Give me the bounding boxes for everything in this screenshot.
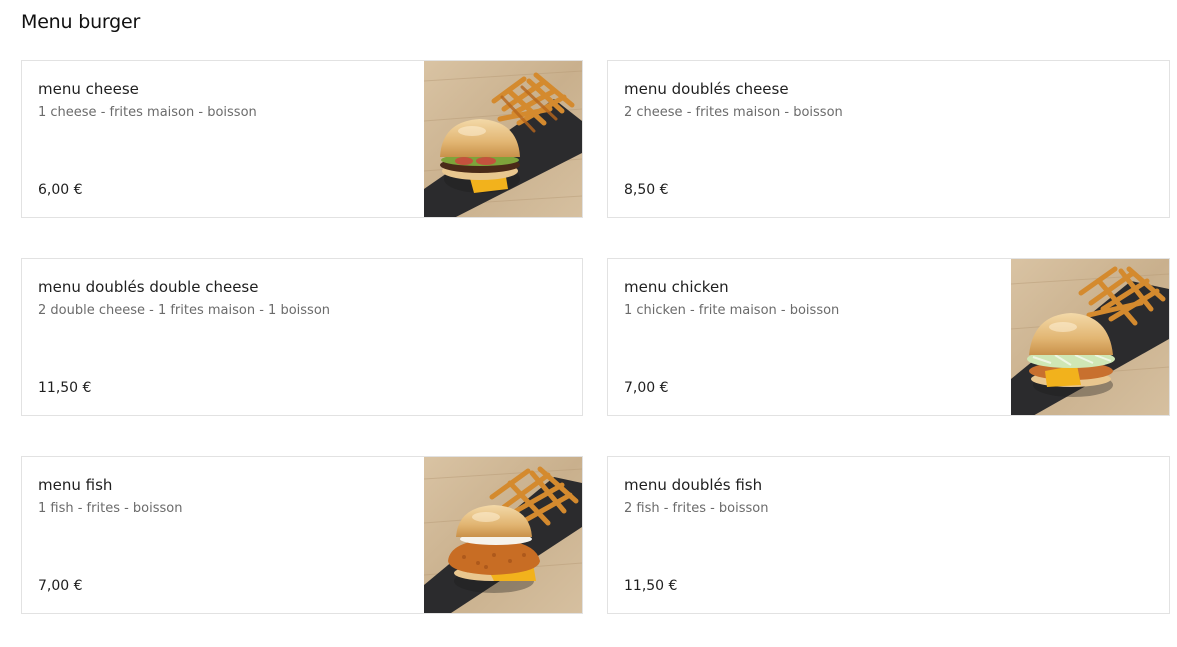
menu-item-info: menu doublés double cheese 2 double chee… <box>38 277 566 319</box>
menu-item-card[interactable]: menu doublés fish 2 fish - frites - bois… <box>607 456 1170 614</box>
menu-item-description: 1 fish - frites - boisson <box>38 501 183 516</box>
menu-item-name: menu doublés double cheese <box>38 278 259 296</box>
menu-item-card[interactable]: menu doublés cheese 2 cheese - frites ma… <box>607 60 1170 218</box>
menu-item-card[interactable]: menu fish 1 fish - frites - boisson 7,00… <box>21 456 583 614</box>
menu-item-price: 7,00 € <box>38 578 83 594</box>
menu-item-info: menu cheese 1 cheese - frites maison - b… <box>38 79 412 121</box>
menu-item-name: menu fish <box>38 476 113 494</box>
menu-item-price: 6,00 € <box>38 182 83 198</box>
menu-item-description: 2 double cheese - 1 frites maison - 1 bo… <box>38 303 331 318</box>
menu-item-info: menu doublés cheese 2 cheese - frites ma… <box>624 79 1153 121</box>
menu-item-card[interactable]: menu cheese 1 cheese - frites maison - b… <box>21 60 583 218</box>
menu-item-name: menu cheese <box>38 80 139 98</box>
fish-burger-fries-photo <box>424 457 582 613</box>
menu-item-price: 7,00 € <box>624 380 669 396</box>
menu-item-info: menu chicken 1 chicken - frite maison - … <box>624 277 999 319</box>
chicken-burger-fries-photo <box>1011 259 1169 415</box>
menu-item-price: 8,50 € <box>624 182 669 198</box>
burger-fries-photo <box>424 61 582 217</box>
menu-item-card[interactable]: menu doublés double cheese 2 double chee… <box>21 258 583 416</box>
menu-item-description: 1 cheese - frites maison - boisson <box>38 105 257 120</box>
menu-item-info: menu doublés fish 2 fish - frites - bois… <box>624 475 1153 517</box>
menu-item-card[interactable]: menu chicken 1 chicken - frite maison - … <box>607 258 1170 416</box>
menu-item-name: menu doublés fish <box>624 476 763 494</box>
menu-item-name: menu doublés cheese <box>624 80 789 98</box>
menu-item-price: 11,50 € <box>38 380 92 396</box>
menu-item-description: 2 cheese - frites maison - boisson <box>624 105 843 120</box>
menu-item-name: menu chicken <box>624 278 729 296</box>
menu-item-info: menu fish 1 fish - frites - boisson <box>38 475 412 517</box>
menu-item-description: 2 fish - frites - boisson <box>624 501 769 516</box>
section-title: Menu burger <box>21 11 141 33</box>
menu-items-grid: menu cheese 1 cheese - frites maison - b… <box>21 60 1170 614</box>
menu-item-price: 11,50 € <box>624 578 678 594</box>
menu-item-description: 1 chicken - frite maison - boisson <box>624 303 840 318</box>
menu-burger-section: Menu burger menu cheese 1 cheese - frite… <box>0 0 1177 647</box>
